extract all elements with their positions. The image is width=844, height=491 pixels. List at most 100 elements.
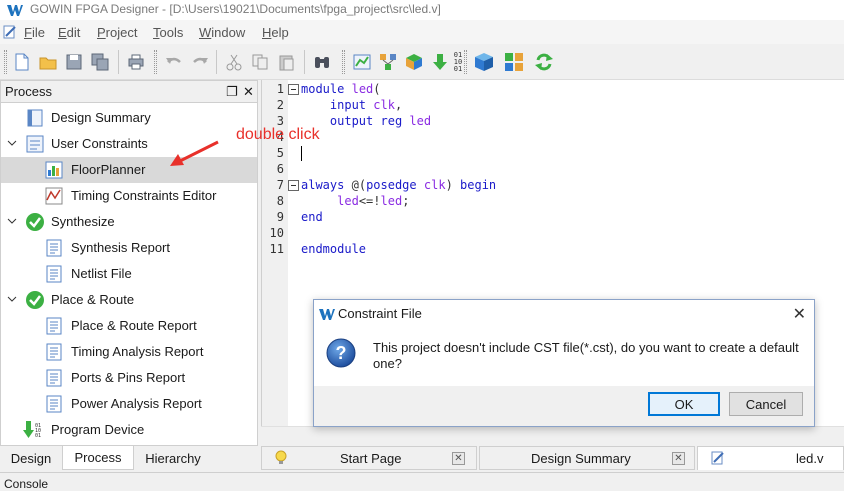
line-number: 7	[276, 178, 284, 192]
tree-item-synthesize[interactable]: Synthesize	[1, 209, 257, 235]
cut-icon[interactable]	[222, 50, 246, 74]
code-line: module led(	[301, 82, 381, 96]
dialog-message: This project doesn't include CST file(*.…	[373, 340, 799, 371]
menu-help[interactable]: Help	[262, 25, 289, 40]
toolbar-separator	[304, 50, 305, 74]
report-icon	[46, 317, 62, 335]
tab-hierarchy[interactable]: Hierarchy	[134, 446, 212, 470]
horizontal-scrollbar[interactable]	[261, 426, 844, 443]
float-panel-icon[interactable]: ❐	[226, 84, 238, 100]
line-number: 11	[269, 242, 284, 256]
line-number: 9	[276, 210, 284, 224]
chevron-down-icon[interactable]	[7, 138, 17, 148]
tab-label: Start Page	[340, 451, 402, 466]
tree-item-place-route[interactable]: Place & Route	[1, 287, 257, 313]
refresh-icon[interactable]	[532, 50, 556, 74]
tab-label: Hierarchy	[145, 450, 201, 466]
svg-text:?: ?	[336, 343, 347, 363]
text-cursor	[301, 146, 302, 161]
edit-file-icon	[711, 451, 724, 465]
place-route-icon[interactable]	[376, 50, 400, 74]
left-panel-tabs: Design Process Hierarchy	[0, 446, 258, 470]
tree-item-power-analysis-report[interactable]: Power Analysis Report	[1, 391, 257, 417]
tab-start-page[interactable]: Start Page ✕	[261, 446, 477, 470]
tree-item-design-summary[interactable]: Design Summary	[1, 105, 257, 131]
find-icon[interactable]	[310, 50, 334, 74]
button-label: OK	[674, 396, 694, 412]
tree-item-label: Power Analysis Report	[71, 396, 202, 411]
rebuild-icon[interactable]	[472, 50, 496, 74]
line-number: 8	[276, 194, 284, 208]
fold-toggle-icon[interactable]	[288, 180, 299, 191]
tab-led-v[interactable]: led.v	[697, 446, 844, 470]
tree-item-label: FloorPlanner	[71, 162, 146, 177]
toolbar-grip[interactable]	[464, 50, 467, 74]
tab-label: Design Summary	[531, 451, 631, 466]
tree-item-netlist-file[interactable]: Netlist File	[1, 261, 257, 287]
annotation-arrow-icon	[170, 140, 219, 166]
close-icon[interactable]: ✕	[243, 84, 254, 100]
floorplanner-icon[interactable]	[402, 50, 426, 74]
dialog-title: Constraint File	[338, 306, 422, 321]
open-folder-icon[interactable]	[36, 50, 60, 74]
annotation-text: double click	[236, 126, 320, 143]
save-icon[interactable]	[62, 50, 86, 74]
chevron-down-icon[interactable]	[7, 216, 17, 226]
report-icon	[46, 343, 62, 361]
tree-item-label: Design Summary	[51, 110, 151, 125]
check-success-icon	[26, 291, 44, 309]
tree-item-timing-analysis-report[interactable]: Timing Analysis Report	[1, 339, 257, 365]
editor-tabs: Start Page ✕ Design Summary ✕ led.v	[261, 446, 844, 470]
tab-design-summary[interactable]: Design Summary ✕	[479, 446, 695, 470]
toolbar-grip[interactable]	[342, 50, 345, 74]
chevron-down-icon[interactable]	[7, 294, 17, 304]
tab-label: Process	[74, 450, 122, 465]
document-icon	[27, 109, 43, 127]
undo-icon[interactable]	[162, 50, 186, 74]
program-device-icon: 011001	[23, 421, 41, 439]
fold-toggle-icon[interactable]	[288, 84, 299, 95]
menu-project[interactable]: Project	[97, 25, 137, 40]
line-number: 5	[276, 146, 284, 160]
paste-icon[interactable]	[274, 50, 298, 74]
menu-window[interactable]: Window	[199, 25, 245, 40]
console-label: Console	[4, 477, 49, 491]
menu-bar: File Edit Project Tools Window Help	[0, 20, 844, 44]
menu-tools[interactable]: Tools	[153, 25, 183, 40]
edit-file-icon	[3, 25, 16, 39]
close-tab-icon[interactable]: ✕	[672, 452, 685, 465]
constraints-icon	[26, 135, 44, 153]
tree-item-place-route-report[interactable]: Place & Route Report	[1, 313, 257, 339]
tree-item-timing-constraints-editor[interactable]: Timing Constraints Editor	[1, 183, 257, 209]
rebuild-icon[interactable]	[502, 50, 526, 74]
tree-item-label: User Constraints	[51, 136, 148, 151]
report-icon	[46, 395, 62, 413]
button-label: Cancel	[745, 396, 787, 412]
tree-item-ports-pins-report[interactable]: Ports & Pins Report	[1, 365, 257, 391]
timing-editor-icon	[45, 187, 63, 205]
close-icon[interactable]: ✕	[793, 304, 806, 324]
close-tab-icon[interactable]: ✕	[452, 452, 465, 465]
save-all-icon[interactable]	[88, 50, 112, 74]
tree-item-label: Netlist File	[71, 266, 132, 281]
tab-design[interactable]: Design	[0, 446, 62, 470]
menu-edit[interactable]: Edit	[58, 25, 80, 40]
new-file-icon[interactable]	[10, 50, 34, 74]
cancel-button[interactable]: Cancel	[729, 392, 803, 416]
redo-icon[interactable]	[188, 50, 212, 74]
print-icon[interactable]	[124, 50, 148, 74]
toolbar: 01 10 01	[0, 44, 844, 80]
toolbar-grip[interactable]	[154, 50, 157, 74]
synthesize-icon[interactable]	[350, 50, 374, 74]
ok-button[interactable]: OK	[648, 392, 720, 416]
code-line: led<=!led;	[337, 194, 410, 208]
menu-file[interactable]: File	[24, 25, 45, 40]
tree-item-program-device[interactable]: 01 10 01 Program Device	[1, 417, 257, 443]
tree-item-synthesis-report[interactable]: Synthesis Report	[1, 235, 257, 261]
copy-icon[interactable]	[248, 50, 272, 74]
question-icon: ?	[326, 338, 356, 368]
tab-label: led.v	[796, 451, 824, 466]
tab-process[interactable]: Process	[62, 446, 134, 470]
line-number: 10	[269, 226, 284, 240]
toolbar-grip[interactable]	[4, 50, 7, 74]
